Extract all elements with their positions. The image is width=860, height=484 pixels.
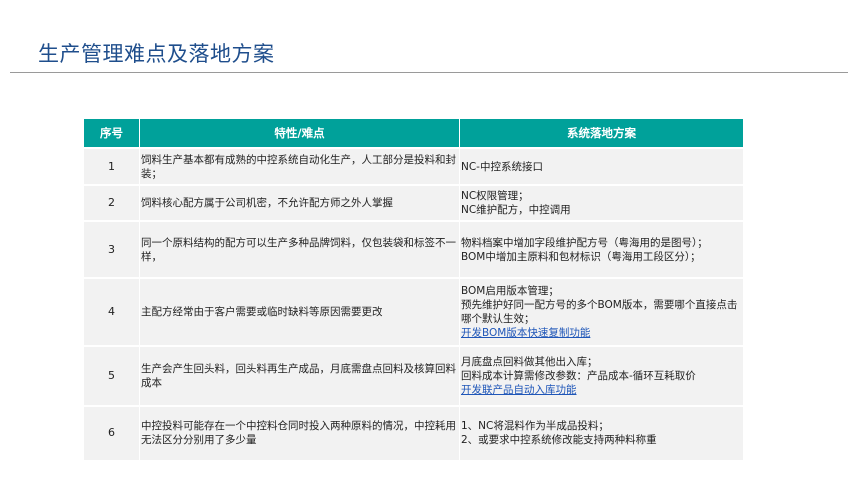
row-number: 1 <box>83 147 140 186</box>
row-solution: NC权限管理； NC维护配方，中控调用 <box>459 184 744 222</box>
table-row: 3 同一个原料结构的配方可以生产多种品牌饲料，仅包装袋和标签不一样， 物料档案中… <box>83 220 744 279</box>
row-number: 3 <box>83 220 140 279</box>
table-row: 4 主配方经常由于客户需要或临时缺料等原因需要更改 BOM启用版本管理； 预先维… <box>83 277 744 347</box>
title-divider <box>10 72 848 73</box>
dev-bom-copy-link[interactable]: 开发BOM版本快速复制功能 <box>461 326 741 340</box>
row-feature: 饲料生产基本都有成熟的中控系统自动化生产，人工部分是投料和封装； <box>139 147 460 186</box>
row-feature: 同一个原料结构的配方可以生产多种品牌饲料，仅包装袋和标签不一样， <box>139 220 460 279</box>
solution-line: 1、NC将混料作为半成品投料； <box>461 420 609 433</box>
row-number: 4 <box>83 277 140 347</box>
solution-table: 序号 特性/难点 系统落地方案 1 饲料生产基本都有成熟的中控系统自动化生产，人… <box>83 118 744 461</box>
row-feature: 主配方经常由于客户需要或临时缺料等原因需要更改 <box>139 277 460 347</box>
row-solution: 物料档案中增加字段维护配方号（粤海用的是图号）； BOM中增加主原料和包材标识（… <box>459 220 744 279</box>
dev-coproduct-link[interactable]: 开发联产品自动入库功能 <box>461 383 741 397</box>
solution-line: 2、或要求中控系统修改能支持两种料称重 <box>461 434 657 447</box>
solution-line: NC维护配方，中控调用 <box>461 204 571 216</box>
row-solution: 1、NC将混料作为半成品投料； 2、或要求中控系统修改能支持两种料称重 <box>459 405 744 461</box>
row-feature: 饲料核心配方属于公司机密，不允许配方师之外人掌握 <box>139 184 460 222</box>
solution-line: 月底盘点回料做其他出入库； <box>461 356 598 368</box>
row-feature: 生产会产生回头料，回头料再生产成品，月底需盘点回料及核算回料成本 <box>139 345 460 407</box>
row-number: 2 <box>83 184 140 222</box>
row-solution: BOM启用版本管理； 预先维护好同一配方号的多个BOM版本，需要哪个直接点击哪个… <box>459 277 744 347</box>
column-header-no: 序号 <box>83 118 140 149</box>
row-feature: 中控投料可能存在一个中控料仓同时投入两种原料的情况，中控耗用无法区分分别用了多少… <box>139 405 460 461</box>
row-solution: 月底盘点回料做其他出入库； 回料成本计算需修改参数：产品成本-循环互耗取价 开发… <box>459 345 744 407</box>
solution-line: BOM启用版本管理； <box>461 285 559 297</box>
solution-line: 预先维护好同一配方号的多个BOM版本，需要哪个直接点击哪个默认生效； <box>461 299 738 325</box>
row-number: 5 <box>83 345 140 407</box>
table-row: 5 生产会产生回头料，回头料再生产成品，月底需盘点回料及核算回料成本 月底盘点回… <box>83 345 744 407</box>
column-header-solution: 系统落地方案 <box>459 118 744 149</box>
solution-line: 回料成本计算需修改参数：产品成本-循环互耗取价 <box>461 370 696 382</box>
table-row: 2 饲料核心配方属于公司机密，不允许配方师之外人掌握 NC权限管理； NC维护配… <box>83 184 744 222</box>
row-number: 6 <box>83 405 140 461</box>
solution-line: BOM中增加主原料和包材标识（粤海用工段区分）； <box>461 250 701 263</box>
solution-line: 物料档案中增加字段维护配方号（粤海用的是图号）； <box>461 236 708 249</box>
table-header-row: 序号 特性/难点 系统落地方案 <box>83 118 744 149</box>
solution-line: NC权限管理； <box>461 190 529 202</box>
page-title: 生产管理难点及落地方案 <box>38 42 275 66</box>
table-row: 6 中控投料可能存在一个中控料仓同时投入两种原料的情况，中控耗用无法区分分别用了… <box>83 405 744 461</box>
solution-line: NC-中控系统接口 <box>461 160 543 173</box>
column-header-feature: 特性/难点 <box>139 118 460 149</box>
row-solution: NC-中控系统接口 <box>459 147 744 186</box>
table-row: 1 饲料生产基本都有成熟的中控系统自动化生产，人工部分是投料和封装； NC-中控… <box>83 147 744 186</box>
